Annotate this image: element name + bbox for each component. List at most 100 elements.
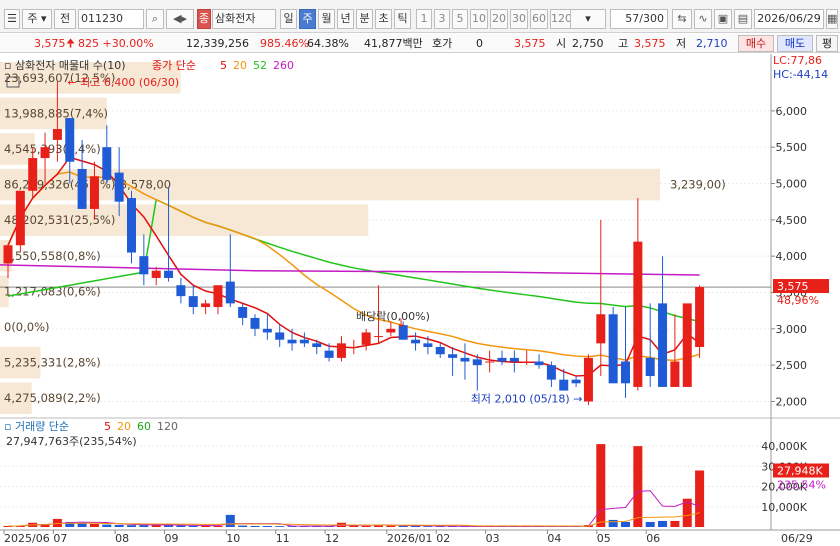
turnover: 64.38%: [307, 37, 349, 50]
hoga-label: 호가: [432, 37, 453, 50]
date-input[interactable]: 2026/06/29: [754, 9, 824, 29]
volume-profile-label: 13,988,885(7,4%): [4, 106, 108, 120]
candle-body: [534, 361, 544, 366]
save-icon[interactable]: ▣: [714, 9, 732, 29]
y-tick-label: 4,500: [776, 214, 808, 227]
interval-button-10[interactable]: 10: [470, 9, 488, 29]
volume-bar: [275, 526, 285, 527]
stock-name: 삼화전자: [212, 9, 276, 29]
tool-icon[interactable]: ∿: [694, 9, 712, 29]
period-tab-4[interactable]: 분: [356, 9, 373, 29]
chart-background: [0, 54, 840, 546]
interval-button-20[interactable]: 20: [490, 9, 508, 29]
open-label: 시: [556, 37, 567, 50]
candle-body: [262, 328, 272, 333]
buy-button[interactable]: 매수: [738, 35, 774, 52]
avg-button[interactable]: 평: [816, 35, 838, 52]
candle-body: [114, 172, 124, 202]
candle-body: [324, 350, 334, 358]
volume-profile-label: 0(0,0%): [4, 320, 50, 334]
period-tab-2[interactable]: 월: [318, 9, 335, 29]
interval-button-120[interactable]: 120: [550, 9, 572, 29]
candle-body: [188, 296, 198, 308]
count-input[interactable]: 57/300: [610, 9, 668, 29]
candle-body: [250, 317, 260, 329]
volume-bar: [176, 525, 186, 527]
interval-button-5[interactable]: 5: [452, 9, 468, 29]
period-tab-6[interactable]: 틱: [394, 9, 411, 29]
volume-bar: [250, 525, 260, 527]
interval-button-3[interactable]: 3: [434, 9, 450, 29]
grid-icon[interactable]: ▤: [734, 9, 752, 29]
volume-bar: [89, 523, 99, 527]
volume-profile-label: 5,235,331(2,8%): [4, 356, 101, 370]
trade-amount: 41,877백만: [364, 37, 423, 50]
low-value: 2,710: [696, 37, 728, 50]
candle-body: [361, 332, 371, 345]
code-input[interactable]: 011230: [78, 9, 144, 29]
hoga-value: 0: [476, 37, 483, 50]
volume-bar: [139, 525, 149, 527]
search-icon[interactable]: ⌕: [146, 9, 164, 29]
speaker-icon[interactable]: ◀▸: [166, 9, 194, 29]
sell-button[interactable]: 매도: [777, 35, 813, 52]
last-price-label: 3,575: [777, 280, 809, 293]
period-tab-0[interactable]: 일: [280, 9, 297, 29]
candle-body: [77, 168, 87, 209]
x-tick-label: 07: [53, 532, 67, 545]
candle-body: [312, 343, 322, 347]
menu-icon[interactable]: ☰: [4, 9, 20, 29]
candle-body: [238, 307, 248, 318]
dropdown-chevron-icon[interactable]: ▾: [570, 9, 606, 29]
ma-legend-period: 260: [273, 59, 294, 72]
compare-icon[interactable]: ⇆: [672, 9, 692, 29]
candle-body: [176, 285, 186, 297]
volume-bar: [398, 525, 408, 527]
volume-bar: [151, 525, 161, 527]
candle-body: [3, 245, 13, 264]
period-tab-3[interactable]: 년: [337, 9, 354, 29]
last-vol-ratio-label: 235,54%: [777, 478, 826, 491]
volume-bar: [361, 525, 371, 527]
volume-legend-period: 20: [117, 420, 131, 433]
y-tick-label: 6,000: [776, 105, 808, 118]
volume-bar: [102, 524, 112, 527]
ma-legend-period: 52: [253, 59, 267, 72]
period-tab-1[interactable]: 주: [299, 9, 316, 29]
current-price: 3,575: [34, 37, 66, 50]
x-tick-label: 08: [115, 532, 129, 545]
y-tick-label: 4,000: [776, 250, 808, 263]
price-legend-title: ▫ 삼화전자 매물대 수(10): [4, 59, 125, 72]
interval-button-1[interactable]: 1: [416, 9, 432, 29]
volume-legend-period: 120: [157, 420, 178, 433]
candle-body: [225, 281, 235, 304]
volume-bar: [127, 525, 136, 527]
x-tick-label: 03: [486, 532, 500, 545]
candle-body: [621, 361, 630, 384]
volume-current-label: 27,947,763주(235,54%): [6, 435, 137, 448]
volume-bar: [386, 525, 396, 527]
high-label: 고: [618, 37, 629, 50]
interval-button-30[interactable]: 30: [510, 9, 528, 29]
period-tab-5[interactable]: 초: [375, 9, 392, 29]
last-change-label: 48,96%: [777, 294, 819, 307]
calendar-icon[interactable]: ▦: [826, 9, 838, 29]
market-select[interactable]: 주 ▾: [22, 9, 52, 29]
candle-body: [460, 357, 470, 362]
ma-legend-period: 20: [233, 59, 247, 72]
y-tick-label: 5,500: [776, 141, 808, 154]
candle-body: [213, 285, 223, 308]
candle-body: [127, 198, 136, 253]
period-select-button[interactable]: 전: [54, 9, 76, 29]
volume-bar: [658, 520, 668, 527]
volume-bar: [213, 525, 223, 527]
candle-body: [287, 339, 297, 344]
candle-body: [139, 256, 149, 275]
interval-button-60[interactable]: 60: [530, 9, 548, 29]
candle-body: [596, 314, 606, 344]
candle-body: [682, 303, 692, 387]
candle-body: [571, 379, 581, 384]
candle-body: [695, 287, 705, 347]
x-tick-label: 12: [325, 532, 339, 545]
candle-body: [374, 336, 383, 338]
